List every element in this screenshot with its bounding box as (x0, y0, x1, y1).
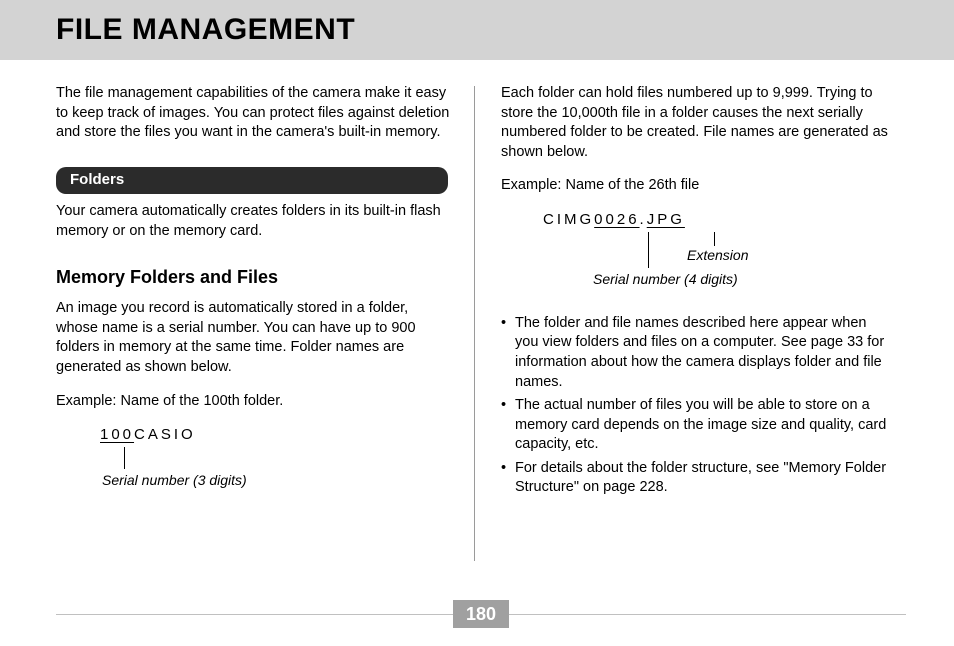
list-item: The actual number of files you will be a… (501, 396, 893, 455)
right-intro-paragraph: Each folder can hold files numbered up t… (501, 84, 893, 162)
page-header: FILE MANAGEMENT (0, 0, 954, 60)
intro-paragraph: The file management capabilities of the … (56, 84, 454, 143)
file-serial-text: 0026 (594, 211, 639, 228)
right-column: Each folder can hold files numbered up t… (475, 84, 893, 590)
list-item: The folder and file names described here… (501, 314, 893, 392)
file-serial-annotation: Serial number (4 digits) (593, 270, 738, 289)
file-ext-annotation: Extension (687, 246, 748, 265)
page-title: FILE MANAGEMENT (56, 13, 355, 47)
folder-serial-text: 100 (100, 426, 134, 443)
page-body: The file management capabilities of the … (0, 60, 954, 590)
memory-paragraph: An image you record is automatically sto… (56, 299, 454, 377)
folder-name-diagram: 100CASIO Serial number (3 digits) (56, 425, 454, 497)
footer-rule-right (509, 614, 906, 615)
subheading-memory: Memory Folders and Files (56, 265, 454, 289)
file-prefix-text: CIMG (543, 211, 594, 228)
footer-rule-left (56, 614, 453, 615)
annotation-connector-line (124, 447, 125, 469)
list-item: For details about the folder structure, … (501, 459, 893, 498)
annotation-connector-line (648, 232, 649, 268)
annotation-connector-line (714, 232, 715, 246)
folder-serial-annotation: Serial number (3 digits) (102, 471, 247, 490)
left-column: The file management capabilities of the … (56, 84, 474, 590)
page-number: 180 (453, 600, 509, 628)
folder-example-label: Example: Name of the 100th folder. (56, 392, 454, 412)
notes-list: The folder and file names described here… (501, 314, 893, 498)
folder-suffix-text: CASIO (134, 426, 196, 443)
file-dot-text: . (640, 211, 647, 228)
folders-paragraph: Your camera automatically creates folder… (56, 202, 454, 241)
file-ext-text: JPG (647, 211, 685, 228)
section-heading-folders: Folders (56, 167, 448, 194)
file-example-label: Example: Name of the 26th file (501, 176, 893, 196)
page-footer: 180 (0, 600, 954, 628)
file-name-diagram: CIMG0026.JPG Extension Serial number (4 … (501, 210, 893, 300)
